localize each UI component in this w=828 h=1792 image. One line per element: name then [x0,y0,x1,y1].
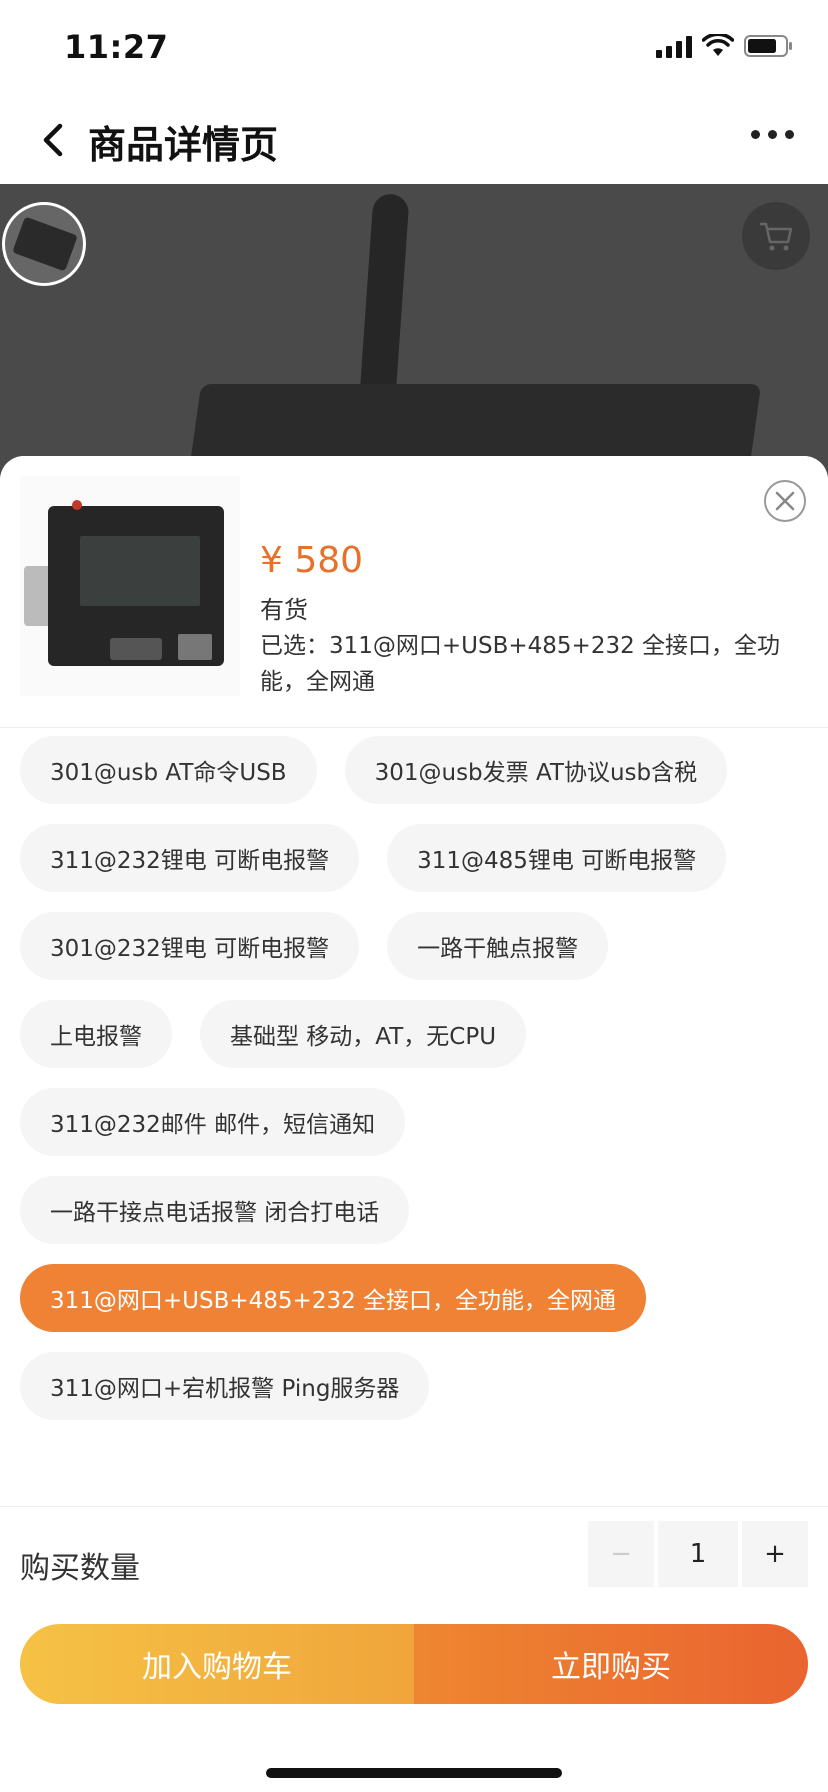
shop-avatar[interactable] [2,202,86,286]
cellular-signal-icon [656,34,692,58]
page-title: 商品详情页 [88,123,279,167]
more-icon[interactable] [751,130,794,139]
options-row: 311@232锂电 可断电报警 311@485锂电 可断电报警 [20,824,727,892]
option-chip[interactable]: 上电报警 [20,1000,172,1068]
decrement-button[interactable]: − [588,1521,654,1587]
option-chip[interactable]: 301@usb AT命令USB [20,736,317,804]
selected-spec: 已选：311@网口+USB+485+232 全接口，全功能，全网通 [260,633,781,695]
status-bar: 11:27 [0,0,828,96]
sku-selector-sheet: ¥ 580 有货 已选：311@网口+USB+485+232 全接口，全功能，全… [0,456,828,1792]
quantity-stepper: − 1 + [588,1521,808,1587]
options-row: 311@网口+USB+485+232 全接口，全功能，全网通 [20,1264,647,1332]
product-hero-image [0,184,828,484]
status-icons [656,34,794,58]
option-chip[interactable]: 311@232邮件 邮件，短信通知 [20,1088,406,1156]
option-chip[interactable]: 311@485锂电 可断电报警 [387,824,727,892]
quantity-value[interactable]: 1 [658,1521,738,1587]
buy-now-button[interactable]: 立即购买 [414,1624,808,1704]
stock-status: 有货 [260,596,308,624]
option-chip-selected[interactable]: 311@网口+USB+485+232 全接口，全功能，全网通 [20,1264,647,1332]
close-icon[interactable] [764,480,806,522]
antenna-graphic [358,193,410,415]
product-thumbnail[interactable] [20,476,240,696]
product-price: ¥ 580 [260,540,364,581]
options-row: 311@232邮件 邮件，短信通知 [20,1088,406,1156]
option-chip[interactable]: 基础型 移动，AT，无CPU [200,1000,527,1068]
wifi-icon [702,34,734,58]
option-chip[interactable]: 311@232锂电 可断电报警 [20,824,360,892]
option-chip[interactable]: 一路干触点报警 [387,912,609,980]
option-chip[interactable]: 301@usb发票 AT协议usb含税 [344,736,728,804]
quantity-label: 购买数量 [20,1551,140,1586]
options-row: 301@usb AT命令USB 301@usb发票 AT协议usb含税 [20,736,728,804]
status-time: 11:27 [64,28,169,66]
options-row: 上电报警 基础型 移动，AT，无CPU [20,1000,527,1068]
options-row: 一路干接点电话报警 闭合打电话 [20,1176,410,1244]
add-to-cart-button[interactable]: 加入购物车 [20,1624,414,1704]
increment-button[interactable]: + [742,1521,808,1587]
option-chip[interactable]: 一路干接点电话报警 闭合打电话 [20,1176,410,1244]
nav-bar: 商品详情页 [0,96,828,184]
home-indicator[interactable] [266,1768,562,1778]
quantity-row: 购买数量 − 1 + [0,1506,828,1616]
option-chip[interactable]: 311@网口+宕机报警 Ping服务器 [20,1352,430,1420]
action-bar: 加入购物车 立即购买 [20,1624,808,1704]
back-arrow-icon[interactable] [36,118,72,162]
options-row: 311@网口+宕机报警 Ping服务器 [20,1352,430,1420]
option-chip[interactable]: 301@232锂电 可断电报警 [20,912,360,980]
cart-icon[interactable] [742,202,810,270]
sheet-header: ¥ 580 有货 已选：311@网口+USB+485+232 全接口，全功能，全… [0,456,828,728]
options-row: 301@232锂电 可断电报警 一路干触点报警 [20,912,609,980]
battery-icon [744,34,794,58]
